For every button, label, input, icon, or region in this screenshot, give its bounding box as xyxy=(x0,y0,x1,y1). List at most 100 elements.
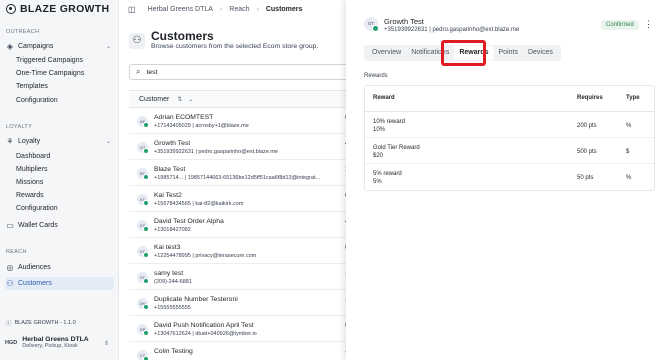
reward-value: $20 xyxy=(373,153,384,159)
status-dot xyxy=(143,226,149,232)
sidebar-item-wallet-cards[interactable]: ▭ Wallet Cards xyxy=(5,219,114,232)
table-row[interactable]: DT David Test Order Alpha +13018427082 4 xyxy=(129,212,350,238)
highlight-box xyxy=(441,40,486,66)
version-text: BLAZE GROWTH - 1.1.0 xyxy=(14,320,76,326)
panel-customer-contact: +351939922631 | pedro.gasparinho@ext.bla… xyxy=(384,27,519,33)
status-dot xyxy=(143,148,149,154)
avatar: DT xyxy=(137,220,149,232)
reward-type: % xyxy=(626,123,632,129)
avatar: DP xyxy=(137,324,149,336)
customer-name: Kai test3 xyxy=(154,244,181,251)
sidebar-item-customers[interactable]: ⚇ Customers xyxy=(5,277,114,290)
table-row[interactable]: CT Colin Testing - xyxy=(129,342,350,360)
breadcrumb-reach[interactable]: Reach xyxy=(229,6,249,13)
table-header: Customer ⇅ ⌄ C xyxy=(129,90,352,108)
search-input[interactable] xyxy=(146,68,297,76)
customer-name: Duplicate Number Testeroni xyxy=(154,296,238,303)
more-options-icon[interactable]: ⋮ xyxy=(644,19,653,30)
breadcrumb-separator: › xyxy=(256,5,259,13)
tab-devices[interactable]: Devices xyxy=(523,46,558,60)
sidebar-item-campaigns-configuration[interactable]: Configuration xyxy=(16,97,58,104)
logo-icon xyxy=(6,4,16,14)
reward-name: 5% reward xyxy=(373,171,402,177)
breadcrumb-store[interactable]: Herbal Greens DTLA xyxy=(148,6,213,13)
sidebar-item-missions[interactable]: Missions xyxy=(16,179,43,186)
reward-type: $ xyxy=(626,149,630,155)
search-box[interactable]: ⌕ xyxy=(129,64,350,80)
tab-overview[interactable]: Overview xyxy=(367,46,406,60)
status-dot xyxy=(143,304,149,310)
table-row[interactable]: DN Duplicate Number Testeroni +155555555… xyxy=(129,290,350,316)
target-icon: ◎ xyxy=(6,263,14,272)
app-root: BLAZE GROWTH OUTREACH ◈ Campaigns ⌄ Trig… xyxy=(0,0,670,360)
tab-points[interactable]: Points xyxy=(494,46,523,60)
customer-detail: +13047612624 | dtuel+040926@tymber.io xyxy=(154,331,257,337)
column-header-customer[interactable]: Customer xyxy=(139,96,169,103)
users-icon: ⚇ xyxy=(6,279,14,288)
reward-name: Gold Tier Reward xyxy=(373,145,420,151)
reward-type: % xyxy=(626,175,632,181)
column-header-reward: Reward xyxy=(373,95,395,101)
table-row[interactable]: BT Blaze Test +1985714... | 19857144663-… xyxy=(129,160,350,186)
customer-name: David Push Notification April Test xyxy=(154,322,254,329)
store-switcher[interactable]: HGD Herbal Greens DTLA Delivery, Pickup,… xyxy=(5,336,109,349)
customer-name: Adrian ECOMTEST xyxy=(154,114,214,121)
column-header-type: Type xyxy=(626,95,640,101)
megaphone-icon: ◈ xyxy=(6,42,14,51)
reward-name: 10% reward xyxy=(373,119,406,125)
sort-icon[interactable]: ⇅ xyxy=(177,96,182,103)
status-dot xyxy=(143,200,149,206)
panel-email: pedro.gasparinho@ext.blaze.me xyxy=(432,27,520,33)
avatar: ST xyxy=(137,272,149,284)
customer-name: Colin Testing xyxy=(154,348,193,355)
status-badge: Confirmed xyxy=(601,20,639,30)
sidebar-item-loyalty[interactable]: ⚘ Loyalty ⌄ xyxy=(5,135,114,148)
status-dot xyxy=(143,278,149,284)
table-row[interactable]: 5% reward 5% 50 pts % xyxy=(365,164,654,190)
customer-name: samy test xyxy=(154,270,184,277)
table-row[interactable]: KT Kai test3 +12254478995 | privacy@tera… xyxy=(129,238,350,264)
table-row[interactable]: AE Adrian ECOMTEST +17143405029 | acrosb… xyxy=(129,108,350,134)
sidebar-item-dashboard[interactable]: Dashboard xyxy=(16,153,50,160)
customers-icon: ⚇ xyxy=(129,33,145,49)
breadcrumb-separator: › xyxy=(219,5,223,13)
customer-name: David Test Order Alpha xyxy=(154,218,224,225)
app-name: BLAZE GROWTH xyxy=(20,3,110,15)
sidebar-item-triggered-campaigns[interactable]: Triggered Campaigns xyxy=(16,57,83,64)
section-reach: REACH xyxy=(6,249,27,255)
customer-detail: (209)-244-6881 xyxy=(154,279,192,285)
version-label: ⓘ BLAZE GROWTH - 1.1.0 xyxy=(6,319,76,327)
customer-detail: +15555555555 xyxy=(154,305,191,311)
table-row[interactable]: Gold Tier Reward $20 500 pts $ xyxy=(365,138,654,164)
table-row[interactable]: ST samy test (209)-244-6881 - xyxy=(129,264,350,290)
avatar: GT xyxy=(364,17,379,32)
sidebar-item-label: Customers xyxy=(18,280,52,287)
store-name: Herbal Greens DTLA xyxy=(22,336,89,343)
sidebar-item-rewards[interactable]: Rewards xyxy=(16,192,44,199)
table-row[interactable]: GT Growth Test +351939922631 | pedro.gas… xyxy=(129,134,350,160)
customer-name: Blaze Test xyxy=(154,166,186,173)
panel-customer-name: Growth Test xyxy=(384,17,424,26)
sidebar-item-campaigns[interactable]: ◈ Campaigns ⌄ xyxy=(5,40,114,53)
sidebar-toggle-icon[interactable]: ◫ xyxy=(128,5,136,14)
reward-requires: 50 pts xyxy=(577,175,594,181)
gift-icon: ⚘ xyxy=(6,137,14,146)
section-outreach: OUTREACH xyxy=(6,29,40,35)
page-title: Customers xyxy=(151,29,214,43)
customer-name: Growth Test xyxy=(154,140,191,147)
sidebar-item-templates[interactable]: Templates xyxy=(16,83,48,90)
sidebar-item-one-time-campaigns[interactable]: One-Time Campaigns xyxy=(16,70,84,77)
chevron-down-icon: ⌄ xyxy=(105,139,111,145)
status-dot xyxy=(143,252,149,258)
sidebar-item-loyalty-configuration[interactable]: Configuration xyxy=(16,205,58,212)
sidebar-item-audiences[interactable]: ◎ Audiences xyxy=(5,261,114,274)
customer-detail-panel: GT Growth Test +351939922631 | pedro.gas… xyxy=(346,0,670,360)
sidebar-item-multipliers[interactable]: Multipliers xyxy=(16,166,48,173)
table-row[interactable]: 10% reward 10% 200 pts % xyxy=(365,112,654,138)
logo[interactable]: BLAZE GROWTH xyxy=(6,3,109,15)
chevron-down-icon[interactable]: ⌄ xyxy=(188,96,193,103)
sidebar: BLAZE GROWTH OUTREACH ◈ Campaigns ⌄ Trig… xyxy=(0,0,119,360)
table-row[interactable]: KT Kai Test2 +15678434565 | kai-tf2@kaik… xyxy=(129,186,350,212)
table-row[interactable]: DP David Push Notification April Test +1… xyxy=(129,316,350,342)
avatar: BT xyxy=(137,168,149,180)
